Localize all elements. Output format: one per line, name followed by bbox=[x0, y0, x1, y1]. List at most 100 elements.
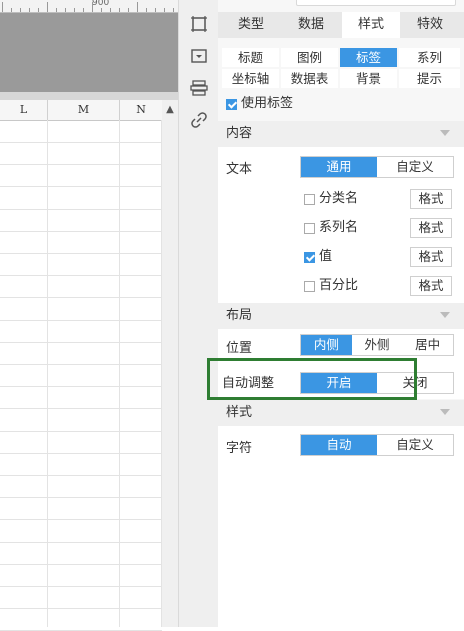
sheet-row[interactable] bbox=[0, 253, 162, 277]
layout-section-header[interactable]: 布局 bbox=[218, 303, 464, 329]
collapse-caret-icon[interactable] bbox=[440, 409, 450, 415]
series-name-checkbox[interactable] bbox=[304, 222, 315, 234]
spreadsheet[interactable]: L M N ▲ bbox=[0, 100, 178, 631]
percent-checkbox[interactable] bbox=[304, 280, 315, 292]
char-auto[interactable]: 自动 bbox=[301, 435, 377, 455]
sheet-row[interactable] bbox=[0, 608, 162, 631]
sheet-row[interactable] bbox=[0, 520, 162, 543]
tool-strip bbox=[178, 0, 219, 627]
sheet-row[interactable] bbox=[0, 564, 162, 587]
auto-adjust-off[interactable]: 关闭 bbox=[377, 373, 453, 393]
value-format-button[interactable]: 格式 bbox=[410, 247, 452, 267]
sheet-row[interactable] bbox=[0, 542, 162, 565]
sheet-row[interactable] bbox=[0, 231, 162, 254]
ruler-tick bbox=[20, 8, 21, 12]
ruler-tick bbox=[164, 8, 165, 12]
layout-section-title: 布局 bbox=[226, 308, 253, 323]
category-name-checkbox[interactable] bbox=[304, 193, 315, 205]
sheet-row[interactable] bbox=[0, 142, 162, 166]
check-percent[interactable]: 百分比 bbox=[304, 276, 358, 296]
subtab-background[interactable]: 背景 bbox=[340, 69, 397, 88]
text-mode-general[interactable]: 通用 bbox=[301, 157, 377, 177]
sheet-row[interactable] bbox=[0, 453, 162, 476]
position-inside[interactable]: 内侧 bbox=[301, 335, 352, 355]
sheet-row[interactable] bbox=[0, 209, 162, 232]
text-mode-toggle: 通用 自定义 bbox=[300, 156, 454, 178]
sheet-row[interactable] bbox=[0, 475, 162, 499]
subtab-label[interactable]: 标签 bbox=[340, 48, 397, 67]
sheet-row[interactable] bbox=[0, 164, 162, 188]
column-header-l[interactable]: L bbox=[0, 100, 48, 121]
sheet-row[interactable] bbox=[0, 320, 162, 343]
auto-adjust-on[interactable]: 开启 bbox=[301, 373, 377, 393]
sheet-row[interactable] bbox=[0, 364, 162, 388]
chart-type-icon[interactable] bbox=[189, 14, 209, 34]
sheet-row[interactable] bbox=[0, 386, 162, 410]
style-section-body: 字符 自动 自定义 bbox=[218, 426, 464, 627]
property-panel: 类型 数据 样式 特效 标题 图例 标签 系列 坐标轴 数据表 背景 提示 使用… bbox=[218, 0, 464, 627]
column-header-m[interactable]: M bbox=[48, 100, 120, 121]
subtab-datatable[interactable]: 数据表 bbox=[281, 69, 338, 88]
content-section-header[interactable]: 内容 bbox=[218, 121, 464, 147]
ruler-tick bbox=[2, 2, 3, 12]
tab-type[interactable]: 类型 bbox=[222, 12, 280, 38]
sheet-row[interactable] bbox=[0, 120, 162, 143]
ruler-tick bbox=[74, 8, 75, 12]
char-toggle: 自动 自定义 bbox=[300, 434, 454, 456]
ruler-tick bbox=[11, 8, 12, 12]
subtab-series[interactable]: 系列 bbox=[399, 48, 460, 67]
percent-label: 百分比 bbox=[319, 278, 359, 293]
check-value[interactable]: 值 bbox=[304, 247, 332, 267]
subtab-tooltip[interactable]: 提示 bbox=[399, 69, 460, 88]
canvas-area: 900 bbox=[0, 0, 178, 92]
position-label: 位置 bbox=[226, 341, 253, 356]
subtab-axis[interactable]: 坐标轴 bbox=[222, 69, 279, 88]
subtab-title[interactable]: 标题 bbox=[222, 48, 279, 67]
auto-adjust-toggle: 开启 关闭 bbox=[300, 372, 454, 394]
column-gridline bbox=[119, 120, 120, 627]
sheet-row[interactable] bbox=[0, 342, 162, 365]
use-label-checkbox[interactable] bbox=[226, 98, 237, 110]
collapse-caret-icon[interactable] bbox=[440, 130, 450, 136]
series-name-label: 系列名 bbox=[319, 220, 359, 235]
use-label-text: 使用标签 bbox=[241, 96, 294, 111]
top-field[interactable] bbox=[296, 0, 456, 6]
vertical-scrollbar[interactable] bbox=[162, 120, 178, 627]
tab-data[interactable]: 数据 bbox=[280, 12, 342, 38]
ruler-tick bbox=[56, 8, 57, 12]
check-series-name[interactable]: 系列名 bbox=[304, 218, 358, 238]
text-mode-custom[interactable]: 自定义 bbox=[377, 157, 453, 177]
position-outside[interactable]: 外侧 bbox=[352, 335, 403, 355]
collapse-caret-icon[interactable] bbox=[440, 312, 450, 318]
component-icon[interactable] bbox=[189, 46, 209, 66]
check-category-name[interactable]: 分类名 bbox=[304, 189, 358, 209]
sheet-row[interactable] bbox=[0, 586, 162, 610]
subtab-legend[interactable]: 图例 bbox=[281, 48, 338, 67]
column-header-n[interactable]: N bbox=[120, 100, 163, 121]
style-section-header[interactable]: 样式 bbox=[218, 400, 464, 426]
value-checkbox[interactable] bbox=[304, 251, 315, 263]
category-name-label: 分类名 bbox=[319, 191, 359, 206]
sheet-row[interactable] bbox=[0, 298, 162, 321]
category-format-button[interactable]: 格式 bbox=[410, 189, 452, 209]
tab-style[interactable]: 样式 bbox=[342, 12, 400, 38]
auto-adjust-label: 自动调整 bbox=[222, 376, 275, 391]
use-label-checkbox-row[interactable]: 使用标签 bbox=[226, 96, 293, 112]
value-label: 值 bbox=[319, 249, 333, 264]
sheet-row[interactable] bbox=[0, 187, 162, 210]
tab-effects[interactable]: 特效 bbox=[400, 12, 460, 38]
ruler-tick bbox=[38, 8, 39, 12]
ruler-mark: 900 bbox=[92, 0, 110, 8]
sheet-row[interactable] bbox=[0, 497, 162, 521]
position-center[interactable]: 居中 bbox=[402, 335, 453, 355]
sheet-row[interactable] bbox=[0, 409, 162, 432]
ruler-tick bbox=[101, 8, 102, 12]
series-format-button[interactable]: 格式 bbox=[410, 218, 452, 238]
sheet-row[interactable] bbox=[0, 431, 162, 454]
char-custom[interactable]: 自定义 bbox=[377, 435, 453, 455]
link-icon[interactable] bbox=[189, 110, 209, 130]
percent-format-button[interactable]: 格式 bbox=[410, 276, 452, 296]
sheet-row[interactable] bbox=[0, 275, 162, 299]
layer-icon[interactable] bbox=[189, 78, 209, 98]
scroll-up-icon[interactable]: ▲ bbox=[162, 100, 178, 120]
